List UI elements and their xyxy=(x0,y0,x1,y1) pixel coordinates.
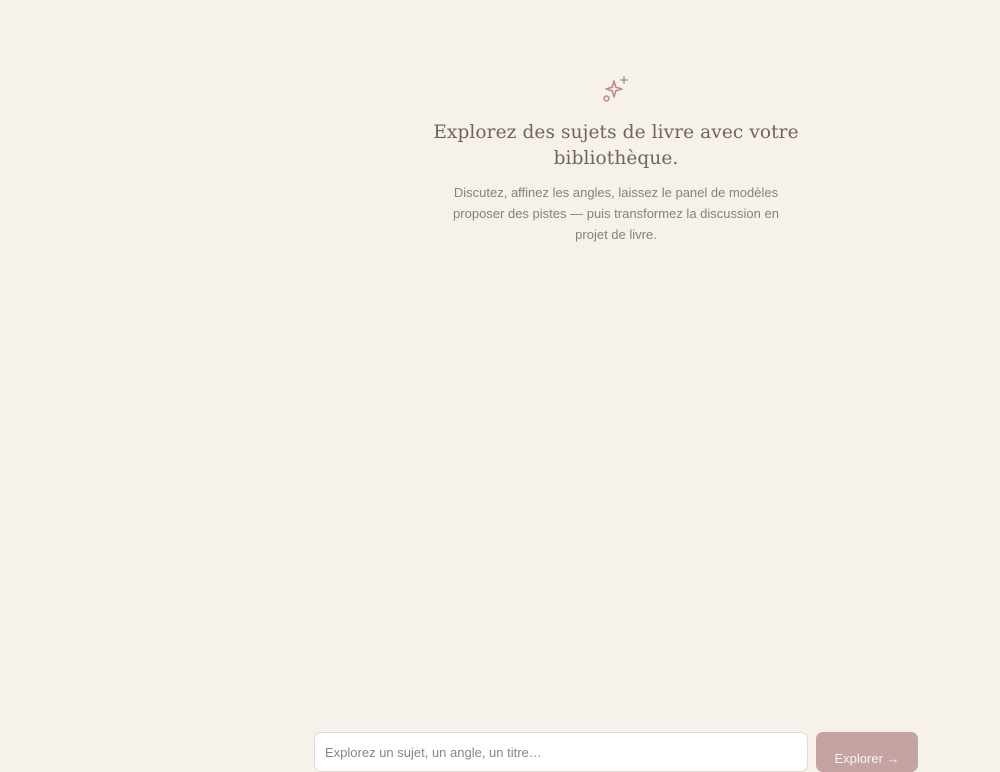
explore-button[interactable]: Explorer → xyxy=(816,732,918,772)
message-composer: Explorer → xyxy=(314,732,918,772)
chat-main-area: Explorez des sujets de livre avec votre … xyxy=(0,0,1000,772)
empty-state-subtitle: Discutez, affinez les angles, laissez le… xyxy=(453,185,779,242)
prompt-input[interactable] xyxy=(314,732,808,772)
empty-state: Explorez des sujets de livre avec votre … xyxy=(378,74,854,245)
empty-state-title: Explorez des sujets de livre avec votre … xyxy=(433,122,799,169)
sparkles-icon xyxy=(603,76,628,102)
